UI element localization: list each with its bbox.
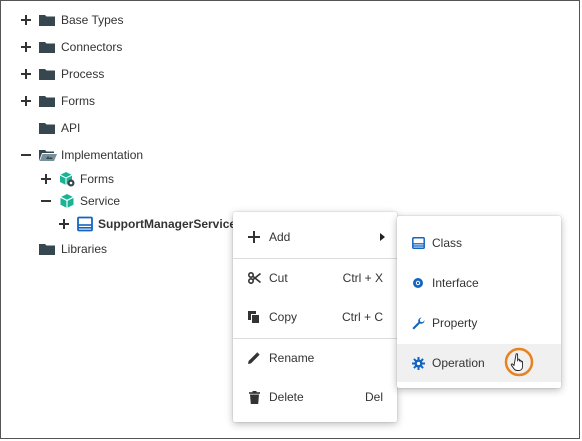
tree-item-label: Libraries — [61, 242, 108, 256]
trash-icon — [247, 390, 261, 404]
tree-item-connectors[interactable]: Connectors — [21, 36, 122, 58]
tree-item-forms[interactable]: Forms — [21, 90, 95, 112]
tree-item-forms-package[interactable]: Forms — [41, 168, 114, 190]
menu-item-label: Interface — [432, 276, 479, 290]
tree-item-label: Process — [61, 67, 105, 81]
tree-item-label: Connectors — [61, 40, 123, 54]
submenu-item-interface[interactable]: Interface — [397, 264, 561, 302]
menu-item-label: Property — [432, 316, 478, 330]
folder-icon — [39, 41, 55, 53]
tree-item-label: Service — [80, 194, 121, 208]
wrench-icon — [411, 316, 425, 330]
collapse-icon[interactable] — [41, 196, 51, 206]
menu-item-shortcut: Ctrl + C — [341, 310, 383, 324]
expand-icon[interactable] — [59, 219, 69, 229]
submenu-arrow-icon — [380, 233, 385, 241]
expand-icon[interactable] — [41, 174, 51, 184]
folder-icon — [39, 122, 55, 134]
context-menu: Add Cut Ctrl + X Copy Ctrl + C Rename De… — [233, 212, 397, 422]
tree-item-supportmanagerservice[interactable]: SupportManagerService — [59, 213, 236, 235]
menu-item-label: Rename — [269, 351, 315, 365]
tree-item-api[interactable]: API — [21, 117, 80, 139]
expand-icon[interactable] — [21, 15, 31, 25]
menu-item-label: Operation — [432, 356, 485, 370]
menu-item-shortcut: Del — [364, 390, 383, 404]
menu-item-delete[interactable]: Delete Del — [233, 378, 397, 416]
tree-item-label: Base Types — [61, 13, 124, 27]
scissors-icon — [247, 271, 261, 285]
tree-item-implementation[interactable]: Implementation — [21, 144, 143, 166]
folder-icon — [39, 95, 55, 107]
menu-item-label: Copy — [269, 310, 298, 324]
menu-item-label: Add — [269, 230, 291, 244]
folder-open-icon — [39, 149, 57, 161]
tree-item-base-types[interactable]: Base Types — [21, 9, 123, 31]
tree-item-label: Forms — [80, 172, 114, 186]
submenu-item-class[interactable]: Class — [397, 224, 561, 262]
package-icon — [59, 172, 75, 187]
tree-item-label: SupportManagerService — [98, 217, 237, 231]
collapse-icon[interactable] — [21, 150, 31, 160]
hand-cursor-icon — [504, 347, 534, 377]
menu-item-copy[interactable]: Copy Ctrl + C — [233, 298, 397, 336]
tree-item-libraries[interactable]: Libraries — [21, 238, 107, 260]
submenu-item-property[interactable]: Property — [397, 304, 561, 342]
tree-item-label: Forms — [61, 94, 95, 108]
submenu-item-operation[interactable]: Operation — [397, 344, 561, 382]
expand-icon[interactable] — [21, 69, 31, 79]
folder-icon — [39, 14, 55, 26]
class-icon — [77, 216, 93, 232]
expand-icon[interactable] — [21, 42, 31, 52]
add-submenu: Class Interface Property Operation — [397, 216, 561, 388]
tree-item-label: API — [61, 121, 81, 135]
tree-item-label: Implementation — [61, 148, 144, 162]
menu-item-add[interactable]: Add — [233, 218, 397, 256]
menu-item-shortcut: Ctrl + X — [342, 271, 383, 285]
expand-icon[interactable] — [21, 96, 31, 106]
menu-item-label: Delete — [269, 390, 304, 404]
menu-item-label: Cut — [269, 271, 288, 285]
menu-item-cut[interactable]: Cut Ctrl + X — [233, 259, 397, 297]
menu-item-rename[interactable]: Rename — [233, 339, 397, 377]
interface-icon — [411, 276, 425, 290]
gear-icon — [411, 356, 425, 370]
menu-item-label: Class — [432, 236, 463, 250]
tree-item-service[interactable]: Service — [41, 190, 120, 212]
folder-icon — [39, 243, 55, 255]
plus-icon — [247, 230, 261, 244]
copy-icon — [247, 310, 261, 324]
folder-icon — [39, 68, 55, 80]
pencil-icon — [247, 351, 261, 365]
tree-item-process[interactable]: Process — [21, 63, 104, 85]
package-icon — [60, 194, 74, 208]
class-icon — [411, 236, 425, 250]
